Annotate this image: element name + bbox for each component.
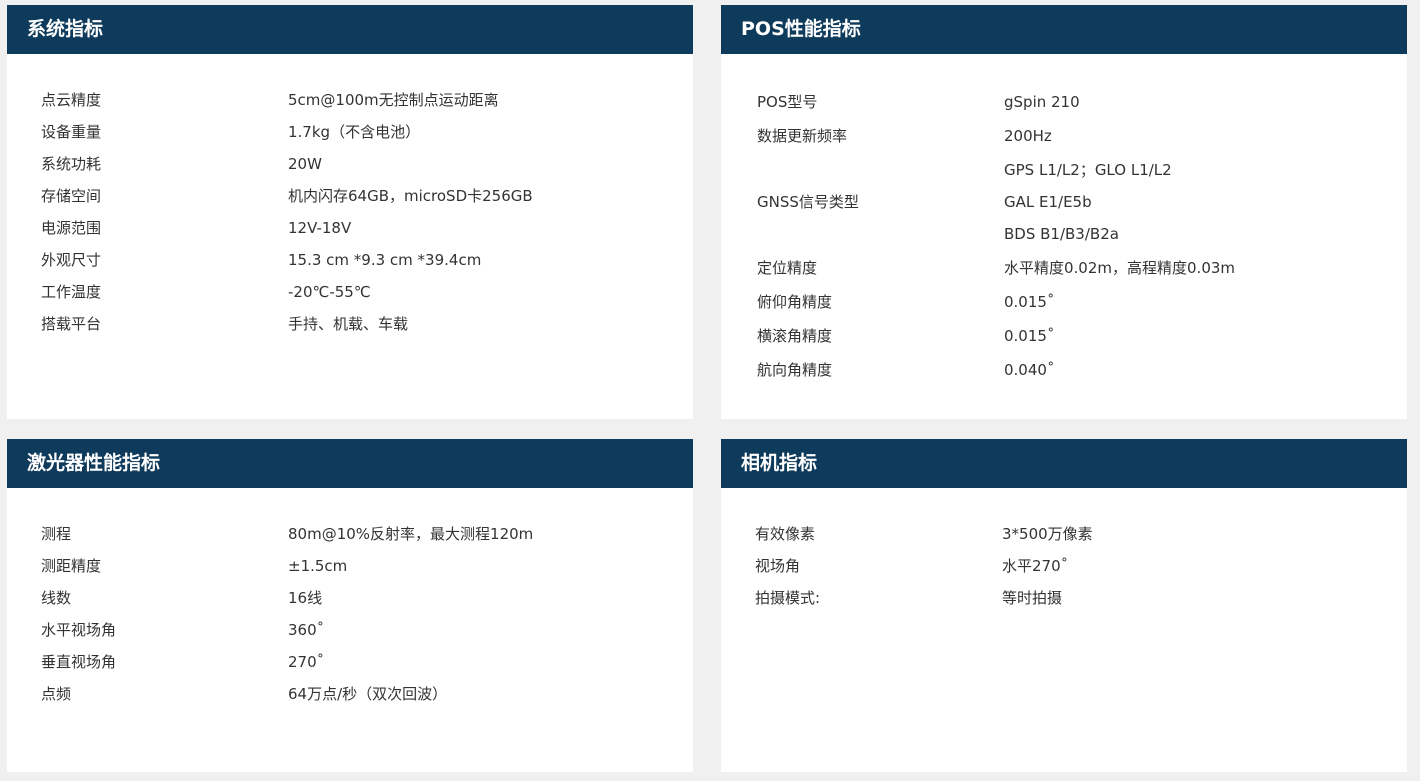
spec-value: 0.040˚ (1004, 361, 1055, 379)
spec-value: 水平270˚ (1002, 557, 1069, 575)
spec-label: 拍摄模式: (755, 589, 821, 607)
spec-label: 点云精度 (41, 91, 102, 109)
pos-specs-panel: POS性能指标 POS型号 gSpin 210 数据更新频率 200Hz GPS… (721, 5, 1407, 419)
spec-value: 0.015˚ (1004, 293, 1055, 311)
spec-value: GAL E1/E5b (1004, 193, 1092, 211)
panel-title: 相机指标 (721, 439, 1407, 488)
spec-label: 存储空间 (41, 187, 102, 205)
spec-value: 270˚ (288, 653, 325, 671)
laser-specs-panel: 激光器性能指标 测程 80m@10%反射率，最大测程120m 测距精度 ±1.5… (7, 439, 693, 772)
spec-value: 水平精度0.02m，高程精度0.03m (1004, 259, 1236, 277)
spec-value: 80m@10%反射率，最大测程120m (288, 525, 534, 543)
spec-value: 200Hz (1004, 127, 1052, 145)
spec-label: 航向角精度 (757, 361, 833, 379)
spec-value: 等时拍摄 (1002, 589, 1063, 607)
spec-label: 视场角 (755, 557, 801, 575)
spec-value: 5cm@100m无控制点运动距离 (288, 91, 499, 109)
panel-title: 激光器性能指标 (7, 439, 693, 488)
spec-label: 系统功耗 (41, 155, 102, 173)
spec-label: 线数 (41, 589, 72, 607)
spec-label: 定位精度 (757, 259, 818, 277)
spec-label: 电源范围 (41, 219, 102, 237)
panel-title: POS性能指标 (721, 5, 1407, 54)
camera-specs-panel: 相机指标 有效像素 3*500万像素 视场角 水平270˚ 拍摄模式: 等时拍摄 (721, 439, 1407, 772)
spec-value: 1.7kg（不含电池） (288, 123, 421, 141)
spec-value: 360˚ (288, 621, 325, 639)
spec-value: 12V-18V (288, 219, 352, 237)
spec-value: BDS B1/B3/B2a (1004, 225, 1119, 243)
spec-value: 20W (288, 155, 322, 173)
spec-value: ±1.5cm (288, 557, 348, 575)
spec-value: GPS L1/L2；GLO L1/L2 (1004, 161, 1172, 179)
panel-title: 系统指标 (7, 5, 693, 54)
spec-value: 3*500万像素 (1002, 525, 1093, 543)
spec-value: 15.3 cm *9.3 cm *39.4cm (288, 251, 482, 269)
spec-label: 俯仰角精度 (757, 293, 833, 311)
spec-label: 测程 (41, 525, 72, 543)
spec-label: 水平视场角 (41, 621, 117, 639)
spec-value: 机内闪存64GB，microSD卡256GB (288, 187, 533, 205)
spec-value: 16线 (288, 589, 323, 607)
spec-label: 数据更新频率 (757, 127, 848, 145)
spec-label: 测距精度 (41, 557, 102, 575)
spec-label: 外观尺寸 (41, 251, 102, 269)
system-specs-panel: 系统指标 点云精度 5cm@100m无控制点运动距离 设备重量 1.7kg（不含… (7, 5, 693, 419)
spec-label: POS型号 (757, 93, 818, 111)
spec-label: 搭载平台 (41, 315, 102, 333)
spec-label: 工作温度 (41, 283, 102, 301)
spec-value: -20℃-55℃ (288, 283, 371, 301)
spec-value: 64万点/秒（双次回波） (288, 685, 448, 703)
spec-label: GNSS信号类型 (757, 193, 859, 211)
spec-label: 横滚角精度 (757, 327, 833, 345)
spec-label: 有效像素 (755, 525, 816, 543)
spec-value: 手持、机载、车载 (288, 315, 409, 333)
spec-label: 设备重量 (41, 123, 102, 141)
spec-label: 垂直视场角 (41, 653, 117, 671)
spec-value: gSpin 210 (1004, 93, 1080, 111)
spec-label: 点频 (41, 685, 72, 703)
spec-value: 0.015˚ (1004, 327, 1055, 345)
